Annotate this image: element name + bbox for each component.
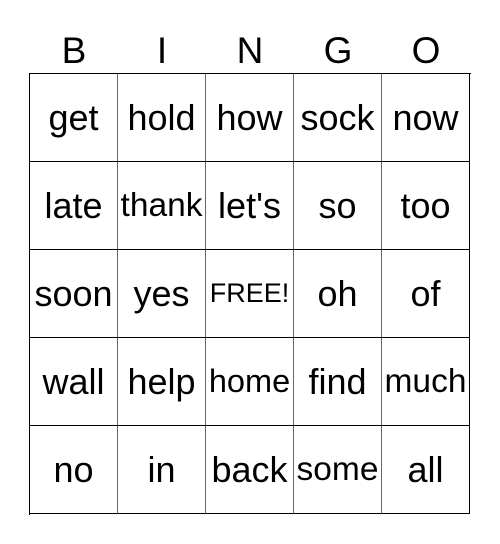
cell-word: find: [308, 360, 367, 402]
bingo-cell[interactable]: back: [206, 426, 294, 514]
bingo-cell[interactable]: how: [206, 74, 294, 162]
bingo-cell[interactable]: some: [294, 426, 382, 514]
bingo-cell[interactable]: sock: [294, 74, 382, 162]
cell-word: late: [44, 184, 103, 226]
bingo-cell[interactable]: all: [382, 426, 470, 514]
cell-word: how: [216, 96, 283, 138]
free-space-cell[interactable]: FREE!: [206, 250, 294, 338]
header-letter-o: O: [411, 30, 441, 71]
cell-word: in: [147, 448, 176, 490]
header-letter-b: B: [61, 30, 87, 71]
cell-word: soon: [34, 272, 113, 314]
bingo-cell[interactable]: no: [30, 426, 118, 514]
bingo-cell[interactable]: help: [118, 338, 206, 426]
header-letter-g: G: [323, 30, 353, 71]
bingo-cell[interactable]: much: [382, 338, 470, 426]
bingo-cell[interactable]: late: [30, 162, 118, 250]
bingo-cell[interactable]: home: [206, 338, 294, 426]
cell-word: no: [53, 448, 94, 490]
cell-word: help: [127, 360, 196, 402]
cell-word: some: [296, 450, 379, 488]
cell-word: hold: [127, 96, 196, 138]
cell-word: too: [400, 184, 451, 226]
cell-word: much: [384, 362, 467, 400]
bingo-cell[interactable]: of: [382, 250, 470, 338]
bingo-cell[interactable]: oh: [294, 250, 382, 338]
bingo-cell[interactable]: so: [294, 162, 382, 250]
cell-word: oh: [317, 272, 358, 314]
cell-word: now: [392, 96, 459, 138]
bingo-cell[interactable]: too: [382, 162, 470, 250]
bingo-cell[interactable]: now: [382, 74, 470, 162]
cell-word: so: [318, 184, 357, 226]
bingo-header: B I N G O: [30, 28, 470, 73]
cell-word: of: [410, 272, 441, 314]
cell-word: back: [211, 448, 288, 490]
cell-word: wall: [42, 360, 105, 402]
bingo-grid: get hold how sock now late thank let's s…: [29, 73, 471, 515]
bingo-cell[interactable]: get: [30, 74, 118, 162]
cell-word: sock: [300, 96, 375, 138]
cell-word: all: [407, 448, 444, 490]
bingo-cell[interactable]: yes: [118, 250, 206, 338]
cell-word: thank: [120, 186, 203, 224]
cell-word: let's: [218, 184, 281, 226]
header-letter-i: I: [156, 30, 168, 71]
bingo-cell[interactable]: find: [294, 338, 382, 426]
bingo-cell[interactable]: soon: [30, 250, 118, 338]
bingo-cell[interactable]: wall: [30, 338, 118, 426]
bingo-cell[interactable]: hold: [118, 74, 206, 162]
bingo-cell[interactable]: let's: [206, 162, 294, 250]
header-letter-n: N: [236, 30, 264, 71]
cell-word: get: [48, 96, 99, 138]
bingo-cell[interactable]: in: [118, 426, 206, 514]
free-space-label: FREE!: [209, 278, 290, 308]
cell-word: yes: [133, 272, 190, 314]
bingo-cell[interactable]: thank: [118, 162, 206, 250]
cell-word: home: [208, 363, 291, 400]
